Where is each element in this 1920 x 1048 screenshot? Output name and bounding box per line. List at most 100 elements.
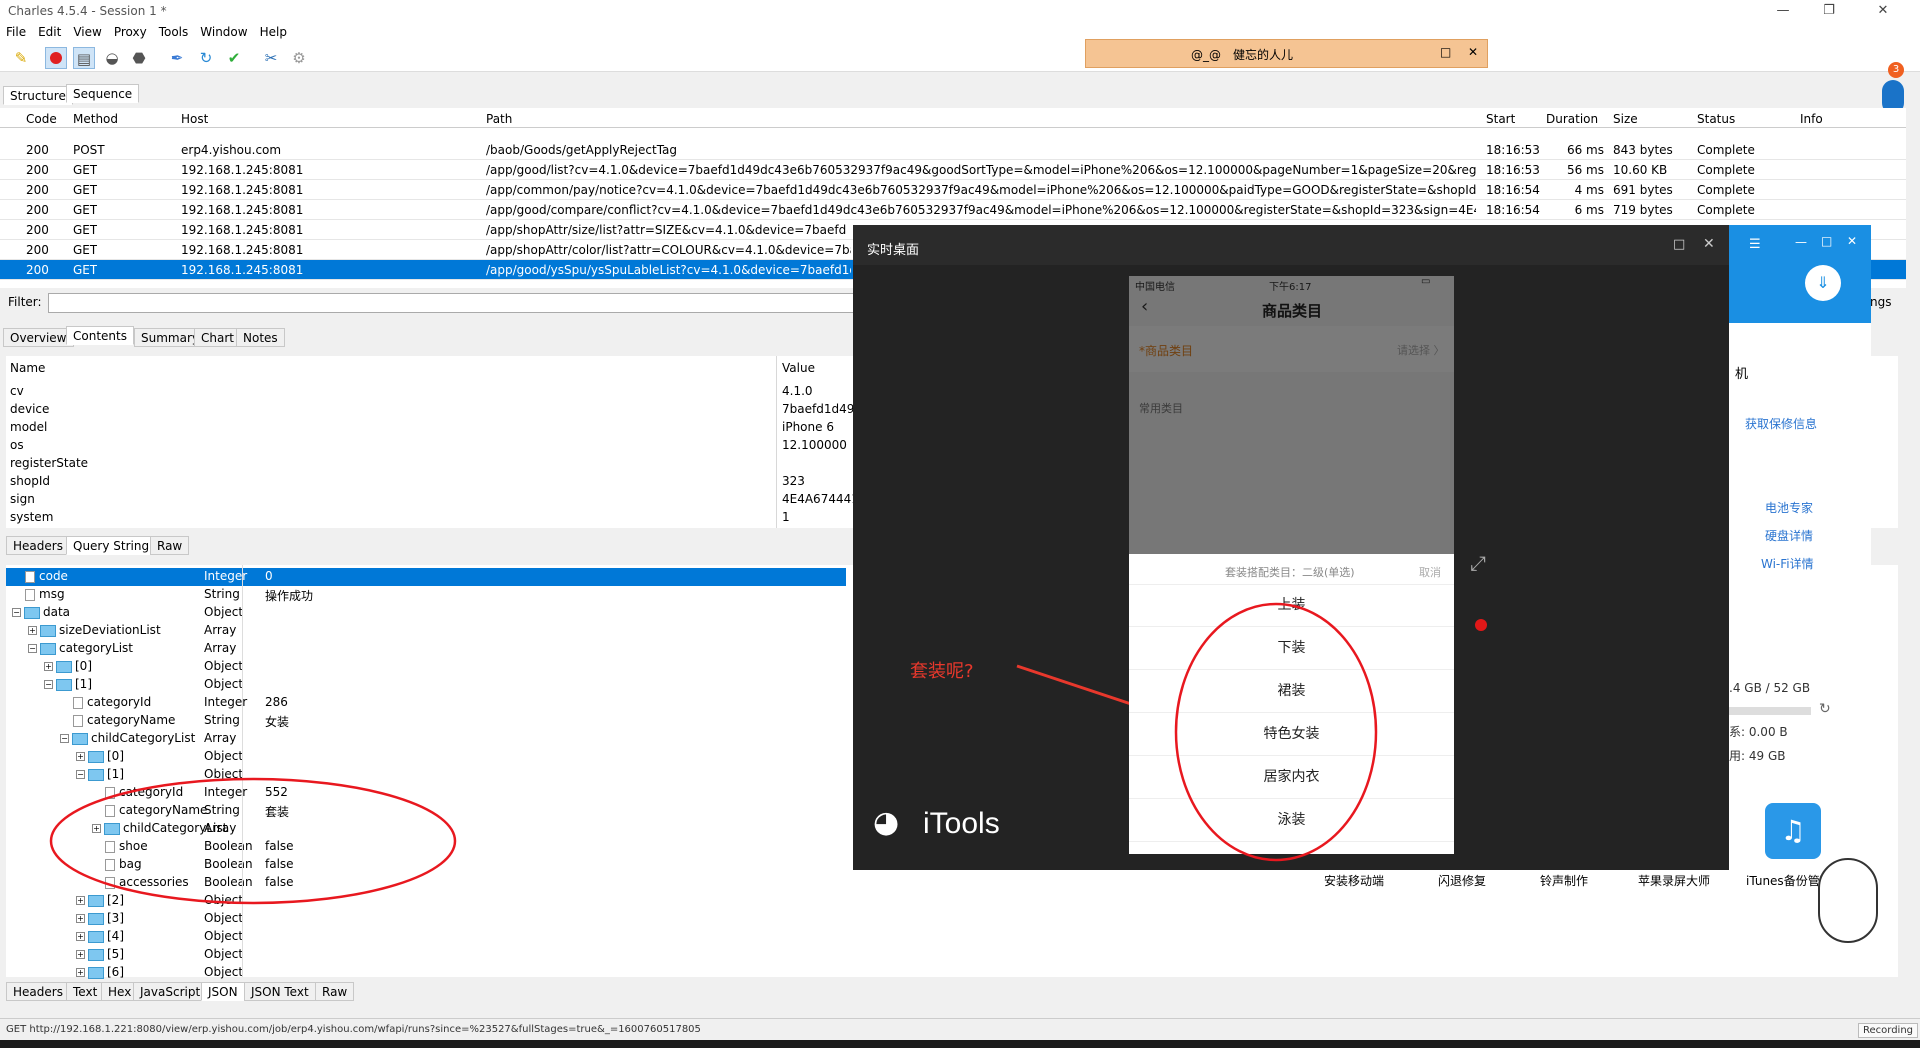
menu-icon[interactable]: ☰ (1749, 237, 1761, 252)
throttle-icon[interactable]: ▤ (73, 47, 95, 69)
expand-toggle-icon[interactable]: + (76, 968, 85, 977)
battery-link[interactable]: 电池专家 (1765, 499, 1813, 516)
maximize-icon[interactable]: □ (1821, 234, 1832, 248)
expand-toggle-icon[interactable]: + (76, 914, 85, 923)
turtle-icon[interactable]: ◒ (101, 47, 123, 69)
table-row[interactable]: 200 GET 192.168.1.245:8081/app/good/compar… (0, 200, 1906, 220)
sheet-item[interactable]: 居家内衣 (1129, 756, 1454, 799)
pen-icon[interactable]: ✒ (166, 47, 188, 69)
menu-view[interactable]: View (67, 22, 107, 39)
expand-toggle-icon[interactable]: − (44, 680, 53, 689)
sheet-cancel-button[interactable]: 取消 (1419, 564, 1441, 580)
tab-resp-headers[interactable]: Headers (6, 982, 70, 1001)
record-icon[interactable] (45, 47, 67, 69)
node-type: Object (204, 911, 244, 925)
col-code[interactable]: Code (26, 112, 57, 126)
menu-file[interactable]: File (0, 22, 32, 39)
check-icon[interactable]: ✔ (223, 47, 245, 69)
tab-resp-raw[interactable]: Raw (315, 982, 355, 1001)
minimize-icon[interactable]: — (1795, 235, 1807, 249)
tools-icon[interactable]: ✂ (260, 47, 282, 69)
tab-notes[interactable]: Notes (236, 328, 285, 347)
menu-tools[interactable]: Tools (153, 22, 195, 39)
record-dot-icon[interactable] (1475, 619, 1487, 631)
sheet-item[interactable]: 上装 (1129, 584, 1454, 627)
tool-install-mobile[interactable]: 安装移动端 (1324, 872, 1384, 889)
notice-close-button[interactable]: ✕ (1468, 45, 1478, 59)
recording-indicator[interactable]: Recording (1858, 1023, 1919, 1038)
col-info[interactable]: Info (1800, 112, 1823, 126)
tab-query-string[interactable]: Query String (66, 536, 157, 555)
col-start[interactable]: Start (1486, 112, 1515, 126)
wifi-link[interactable]: Wi-Fi详情 (1761, 555, 1814, 572)
col-path[interactable]: Path (486, 112, 512, 126)
tab-json[interactable]: JSON (201, 982, 245, 1001)
tab-req-headers[interactable]: Headers (6, 536, 70, 555)
stop-icon[interactable]: ⬣ (128, 47, 150, 69)
expand-toggle-icon[interactable]: + (76, 752, 85, 761)
tab-contents[interactable]: Contents (66, 326, 134, 345)
live-close-icon[interactable]: ✕ (1703, 236, 1715, 252)
tool-screen-recorder[interactable]: 苹果录屏大师 (1638, 872, 1710, 889)
menu-help[interactable]: Help (254, 22, 293, 39)
menu-proxy[interactable]: Proxy (108, 22, 153, 39)
expand-toggle-icon[interactable]: − (28, 644, 37, 653)
expand-toggle-icon[interactable]: + (76, 950, 85, 959)
tab-chart[interactable]: Chart (194, 328, 241, 347)
live-maximize-icon[interactable]: □ (1673, 237, 1685, 252)
refresh-icon[interactable]: ↻ (195, 47, 217, 69)
table-row[interactable]: 200 GET 192.168.1.245:8081/app/common/pay/… (0, 180, 1906, 200)
col-status[interactable]: Status (1697, 112, 1735, 126)
tab-structure[interactable]: Structure (3, 86, 73, 105)
expand-toggle-icon[interactable]: + (44, 662, 53, 671)
tab-json-text[interactable]: JSON Text (244, 982, 316, 1001)
col-size[interactable]: Size (1613, 112, 1638, 126)
settings-button[interactable]: ngs (1870, 295, 1891, 309)
fullscreen-icon[interactable]: ⤢ (1470, 551, 1486, 575)
col-value[interactable]: Value (782, 361, 815, 375)
col-host[interactable]: Host (181, 112, 208, 126)
settings-icon[interactable]: ⚙ (288, 47, 310, 69)
menu-edit[interactable]: Edit (32, 22, 67, 39)
col-method[interactable]: Method (73, 112, 118, 126)
expand-toggle-icon[interactable]: + (76, 932, 85, 941)
sheet-item[interactable]: 裙装 (1129, 670, 1454, 713)
col-duration[interactable]: Duration (1546, 112, 1598, 126)
minimize-button[interactable]: — (1760, 0, 1806, 22)
download-icon[interactable]: ⇓ (1805, 265, 1841, 301)
tool-ringtone[interactable]: 铃声制作 (1540, 872, 1588, 889)
tab-text[interactable]: Text (66, 982, 105, 1001)
refresh-icon[interactable]: ↻ (1819, 701, 1831, 717)
expand-toggle-icon[interactable]: − (76, 770, 85, 779)
tree-node[interactable]: code Integer 0 (6, 568, 846, 586)
notice-maximize-button[interactable]: □ (1440, 45, 1451, 59)
sheet-item[interactable]: 下装 (1129, 627, 1454, 670)
tab-sequence[interactable]: Sequence (66, 84, 140, 103)
expand-toggle-icon[interactable]: − (12, 608, 21, 617)
expand-toggle-icon[interactable]: + (76, 896, 85, 905)
tab-javascript[interactable]: JavaScript (133, 982, 208, 1001)
disk-link[interactable]: 硬盘详情 (1765, 527, 1813, 544)
row-code: 200 (26, 223, 49, 237)
tree-node[interactable]: + [6] Object (6, 964, 1898, 982)
tool-crash-fix[interactable]: 闪退修复 (1438, 872, 1486, 889)
table-row[interactable]: 200 POST erp4.yishou.com/baob/Goods/getApp… (0, 140, 1906, 160)
sheet-item[interactable]: 特色女装 (1129, 713, 1454, 756)
col-name[interactable]: Name (10, 361, 45, 375)
tab-req-raw[interactable]: Raw (150, 536, 190, 555)
close-button[interactable]: ✕ (1860, 0, 1906, 22)
close-icon[interactable]: ✕ (1847, 234, 1857, 248)
menu-window[interactable]: Window (194, 22, 253, 39)
maximize-button[interactable]: ❐ (1806, 0, 1852, 22)
expand-toggle-icon[interactable]: + (92, 824, 101, 833)
tab-overview[interactable]: Overview (3, 328, 74, 347)
sheet-item[interactable]: 泳装 (1129, 799, 1454, 842)
warranty-link[interactable]: 获取保修信息 (1745, 415, 1817, 432)
tree-node[interactable]: + [5] Object (6, 946, 1898, 964)
expand-toggle-icon[interactable]: + (28, 626, 37, 635)
modal-overlay[interactable] (1129, 276, 1454, 554)
itunes-backup-icon[interactable]: ♫ (1765, 803, 1821, 859)
expand-toggle-icon[interactable]: − (60, 734, 69, 743)
table-row[interactable]: 200 GET 192.168.1.245:8081/app/good/list?c… (0, 160, 1906, 180)
broom-icon[interactable]: ✎ (10, 47, 32, 69)
